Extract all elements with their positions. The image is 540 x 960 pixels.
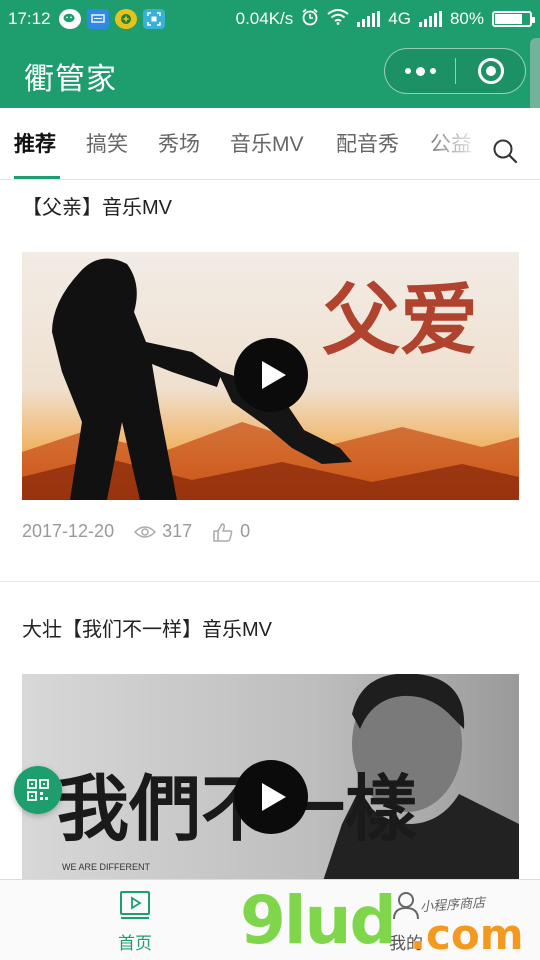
app-header: 衢管家 [0,38,540,108]
status-bar: 17:12 0.04K/s 4G 80% [0,0,540,38]
nav-home[interactable]: 首页 [105,890,165,954]
search-icon[interactable] [492,138,518,164]
play-button-2[interactable] [234,760,308,834]
play-icon [262,361,286,389]
app-icon [114,9,137,29]
network-speed: 0.04K/s [235,9,294,28]
nav-home-label: 首页 [118,934,152,953]
tab-show[interactable]: 秀场 [158,128,200,158]
battery-percent: 80% [449,9,484,28]
signal-icon [357,11,381,27]
signal-icon-2 [418,11,442,27]
eye-icon [134,525,157,538]
video-feed: 【父亲】音乐MV 父爱 2017-12-20 317 0 大壮【我们不一样】音乐… [0,181,540,879]
play-icon [262,783,286,811]
tab-funny[interactable]: 搞笑 [86,128,128,158]
post-meta: 2017-12-20 317 0 [22,521,250,542]
mini-program-capsule [384,48,526,94]
close-mini-program-button[interactable] [456,49,525,93]
like-count: 0 [240,521,251,541]
watermark: 9lud .com 小程序商店 [240,882,540,960]
qr-code-button[interactable] [14,766,62,814]
app-title: 衢管家 [24,63,117,96]
video-thumbnail-2[interactable]: 我們不一樣 WE ARE DIFFERENT [22,674,519,879]
wifi-icon [327,8,349,30]
play-button[interactable] [234,338,308,412]
view-count: 317 [162,521,193,541]
status-time: 17:12 [8,9,51,28]
thumbs-up-icon[interactable] [212,522,234,542]
tab-music-mv[interactable]: 音乐MV [230,128,304,158]
thumbnail-calligraphy: 父爱 [322,275,478,366]
battery-icon [492,11,535,27]
message-icon [86,9,109,29]
video-home-icon [120,891,150,919]
more-menu-button[interactable] [385,49,455,93]
scan-icon [142,9,165,29]
post-title[interactable]: 【父亲】音乐MV [22,191,172,220]
network-type: 4G [388,9,411,28]
category-tabs: 推荐 搞笑 秀场 音乐MV 配音秀 公益 [0,108,540,180]
watermark-domain: .com [410,910,524,959]
wechat-icon [58,9,81,29]
video-thumbnail[interactable]: 父爱 [22,252,519,500]
alarm-icon [301,8,319,31]
active-tab-indicator [14,176,60,179]
post-title-2[interactable]: 大壮【我们不一样】音乐MV [22,613,272,642]
thumbnail-subtitle: WE ARE DIFFERENT [62,862,151,872]
tab-dubbing[interactable]: 配音秀 [336,128,399,158]
qr-code-icon [27,779,49,801]
target-icon [477,58,504,84]
post-divider [0,581,540,582]
watermark-brand: 9lud [240,882,397,959]
post-date: 2017-12-20 [22,521,115,541]
tab-recommend[interactable]: 推荐 [14,128,56,158]
